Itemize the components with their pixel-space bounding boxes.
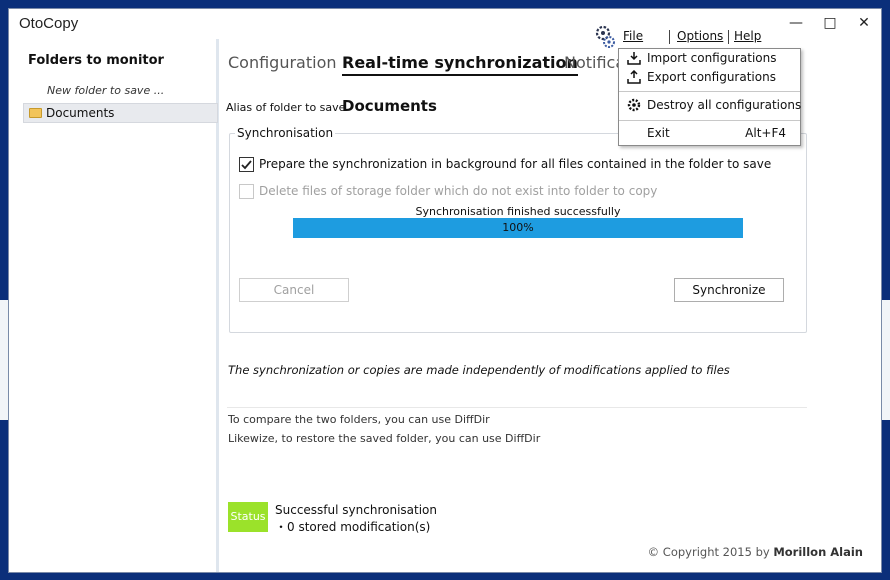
sidebar-item-documents[interactable]: Documents [23,103,218,123]
menu-separator [669,30,670,44]
export-icon [627,69,641,84]
gear-icon-svg [627,98,641,112]
menu-item-shortcut: Alt+F4 [745,126,786,140]
progress-percent: 100% [502,221,534,234]
import-icon [627,51,641,65]
status-badge: Status [228,502,268,532]
file-menu-dropdown: Import configurations Export configurati… [618,48,801,146]
app-window: OtoCopy — □ ✕ File Options Help Folders … [8,8,882,573]
divider [227,407,807,408]
gears-icon-svg [595,25,615,48]
sidebar: Folders to monitor New folder to save ..… [9,39,219,572]
status-line-1: Successful synchronisation [275,503,437,517]
prepare-sync-checkbox[interactable] [239,157,254,172]
checkmark-icon [241,160,252,170]
synchronize-button[interactable]: Synchronize [674,278,784,302]
status-line-2: ・0 stored modification(s) [275,520,431,534]
copyright: © Copyright 2015 by Morillon Alain [648,545,863,559]
menu-item-label: Destroy all configurations [647,98,802,112]
menu-item-export[interactable]: Export configurations [619,68,800,88]
progress-bar: 100% [293,218,743,238]
export-icon-svg [627,69,641,84]
menu-separator [619,120,800,121]
gear-icon [627,98,641,112]
folder-icon [29,108,42,118]
sync-note: The synchronization or copies are made i… [228,363,730,377]
import-icon-svg [627,52,641,65]
sidebar-item-label: Documents [46,106,115,120]
menu-item-import[interactable]: Import configurations [619,49,800,69]
maximize-button[interactable]: □ [813,13,847,35]
progress-caption: Synchronisation finished successfully [415,205,621,218]
menu-options-label: Options [677,29,724,43]
menu-item-label: Import configurations [647,51,777,65]
menu-file-label: File [623,29,644,43]
tab-real-time-synchronization[interactable]: Real-time synchronization [342,53,578,76]
close-button[interactable]: ✕ [847,13,881,35]
delete-files-label: Delete files of storage folder which do … [259,184,658,198]
gears-icon [595,25,617,49]
alias-value: Documents [342,97,437,115]
tab-configuration[interactable]: Configuration [228,53,337,72]
menu-options[interactable]: Options [677,29,723,47]
menu-help[interactable]: Help [734,29,761,47]
delete-files-checkbox[interactable] [239,184,254,199]
window-title: OtoCopy [19,15,79,32]
tab-notifications[interactable]: Notifica [564,53,625,72]
menu-separator [728,30,729,44]
group-title: Synchronisation [235,126,336,140]
menu-item-destroy[interactable]: Destroy all configurations [619,96,802,116]
author-name: Morillon Alain [773,545,863,559]
info-restore: Likewize, to restore the saved folder, y… [228,432,541,445]
sidebar-title: Folders to monitor [28,53,164,68]
menu-item-label: Exit [647,126,670,140]
menu-help-label: Help [734,29,762,43]
info-compare: To compare the two folders, you can use … [228,413,490,426]
menu-separator [619,91,800,92]
alias-label: Alias of folder to save [226,101,346,114]
cancel-button[interactable]: Cancel [239,278,349,302]
menu-item-label: Export configurations [647,70,776,84]
menu-file[interactable]: File [623,29,643,47]
prepare-sync-label: Prepare the synchronization in backgroun… [259,157,772,171]
new-folder-link[interactable]: New folder to save ... [47,84,164,97]
minimize-button[interactable]: — [779,13,813,35]
copyright-prefix: © Copyright 2015 by [647,545,770,559]
menu-item-exit[interactable]: Exit Alt+F4 [619,124,800,144]
